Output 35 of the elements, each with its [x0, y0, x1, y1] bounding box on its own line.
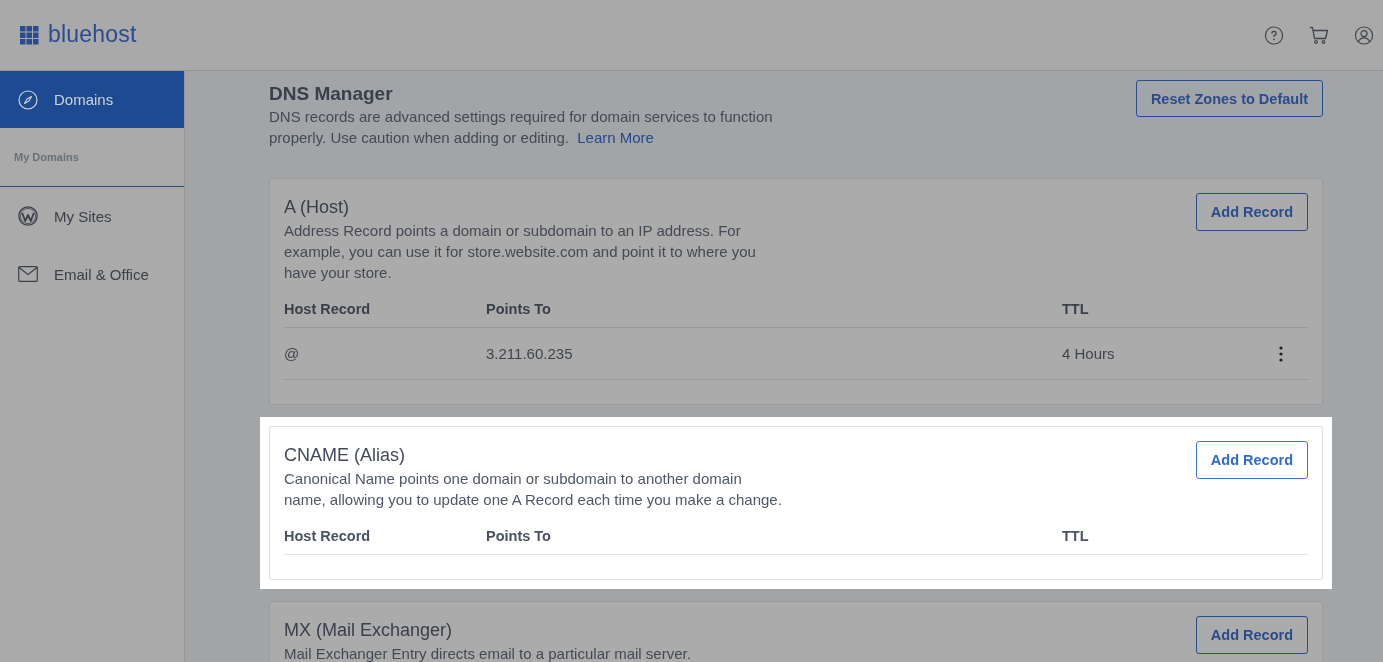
section-description: Mail Exchanger Entry directs email to a particular mail server.	[284, 644, 691, 662]
cart-icon[interactable]	[1309, 25, 1329, 45]
add-record-button[interactable]: Add Record	[1195, 616, 1308, 654]
section-title: A (Host)	[284, 196, 350, 218]
sidebar-subheading: My Domains	[14, 151, 79, 163]
section-title: CNAME (Alias)	[284, 444, 406, 466]
column-header: Host Record	[284, 527, 372, 546]
compass-icon	[18, 89, 38, 110]
kebab-menu-icon[interactable]	[1279, 345, 1283, 362]
user-icon[interactable]	[1354, 25, 1374, 45]
section-description: Canonical Name points one domain or subdomain to another domain name, allowing you to update one A Record each time you make a change.	[284, 469, 783, 510]
page-description: DNS records are advanced settings required for domain services to function properly. Use caution when adding or editing. Learn More	[269, 107, 774, 148]
sidebar-item[interactable]: My Sites	[0, 187, 184, 245]
section-title: MX (Mail Exchanger)	[284, 619, 454, 641]
learn-more-link[interactable]: Learn More	[577, 129, 654, 146]
column-header: Points To	[486, 527, 552, 546]
add-record-button[interactable]: Add Record	[1195, 193, 1308, 231]
sidebar-item[interactable]: Email & Office	[0, 245, 184, 303]
table-cell-text: 3.211.60.235	[486, 344, 574, 364]
mail-icon	[18, 264, 38, 284]
grid-logo-icon	[20, 25, 39, 45]
w-circle-logo-icon	[18, 206, 38, 226]
table-cell-text: @	[284, 344, 301, 364]
column-header: Points To	[486, 300, 552, 319]
sidebar-item[interactable]: Domains	[0, 71, 184, 128]
logo-text[interactable]: bluehost	[48, 22, 137, 48]
section-description: Address Record points a domain or subdomain to an IP address. For example, you can use it for store.website.com and point it to where you have your store.	[284, 221, 757, 283]
column-header: TTL	[1062, 300, 1090, 319]
help-icon[interactable]	[1264, 25, 1284, 45]
table-cell-text: 4 Hours	[1062, 344, 1116, 364]
column-header: Host Record	[284, 300, 372, 319]
add-record-button[interactable]: Add Record	[1195, 441, 1308, 479]
column-header: TTL	[1062, 527, 1090, 546]
reset-zones-button[interactable]: Reset Zones to Default	[1135, 80, 1323, 117]
page-title: DNS Manager	[269, 82, 394, 106]
